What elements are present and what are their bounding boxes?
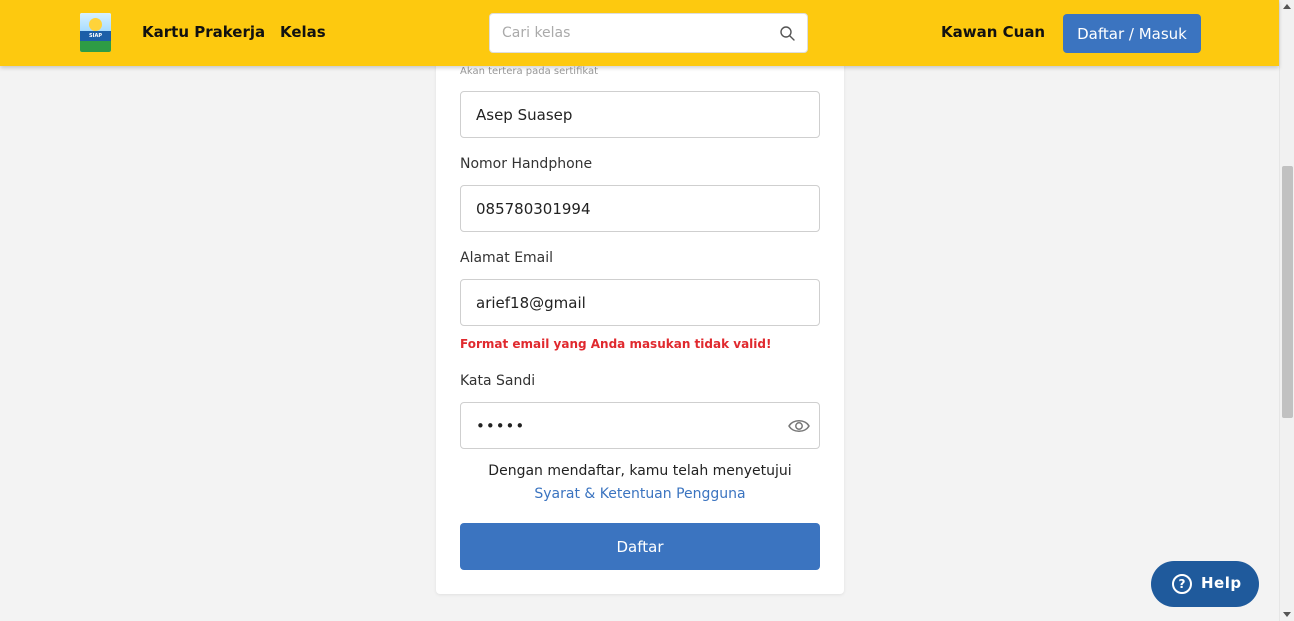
search-input[interactable] bbox=[502, 23, 772, 43]
login-register-button[interactable]: Daftar / Masuk bbox=[1063, 14, 1201, 53]
help-label: Help bbox=[1201, 574, 1242, 592]
top-navbar: SIAP KERJA Kartu Prakerja Kelas Kawan Cu… bbox=[0, 0, 1279, 66]
register-submit-button[interactable]: Daftar bbox=[460, 523, 820, 570]
question-icon: ? bbox=[1172, 574, 1192, 594]
scroll-down-arrow-icon[interactable] bbox=[1283, 612, 1291, 617]
name-field bbox=[460, 91, 820, 138]
search-icon[interactable] bbox=[779, 25, 796, 42]
email-input[interactable] bbox=[476, 292, 776, 314]
logo-grass bbox=[80, 41, 111, 52]
name-input[interactable] bbox=[476, 104, 776, 126]
email-field bbox=[460, 279, 820, 326]
eye-icon[interactable] bbox=[788, 417, 810, 435]
siap-kerja-logo[interactable]: SIAP KERJA bbox=[80, 13, 111, 52]
terms-text: Dengan mendaftar, kamu telah menyetujui bbox=[488, 463, 792, 479]
logo-text: SIAP KERJA bbox=[80, 31, 111, 49]
phone-input[interactable] bbox=[476, 198, 776, 220]
scrollbar-thumb[interactable] bbox=[1282, 166, 1293, 418]
name-hint: Akan tertera pada sertifikat bbox=[460, 66, 599, 77]
email-label: Alamat Email bbox=[460, 250, 554, 266]
password-input[interactable] bbox=[476, 415, 776, 437]
page-scrollbar[interactable] bbox=[1279, 0, 1294, 621]
help-button[interactable]: ? Help bbox=[1151, 561, 1259, 607]
logo-sun bbox=[89, 18, 102, 31]
phone-label: Nomor Handphone bbox=[460, 156, 593, 172]
search-box bbox=[489, 13, 808, 53]
nav-kawan-cuan[interactable]: Kawan Cuan bbox=[941, 23, 1045, 41]
phone-field bbox=[460, 185, 820, 232]
terms-link[interactable]: Syarat & Ketentuan Pengguna bbox=[460, 486, 820, 502]
nav-kartu-prakerja[interactable]: Kartu Prakerja bbox=[142, 23, 265, 41]
password-field bbox=[460, 402, 820, 449]
password-label: Kata Sandi bbox=[460, 373, 536, 389]
nav-kelas[interactable]: Kelas bbox=[280, 23, 326, 41]
scroll-up-arrow-icon[interactable] bbox=[1283, 4, 1291, 9]
email-error-message: Format email yang Anda masukan tidak val… bbox=[460, 337, 772, 351]
